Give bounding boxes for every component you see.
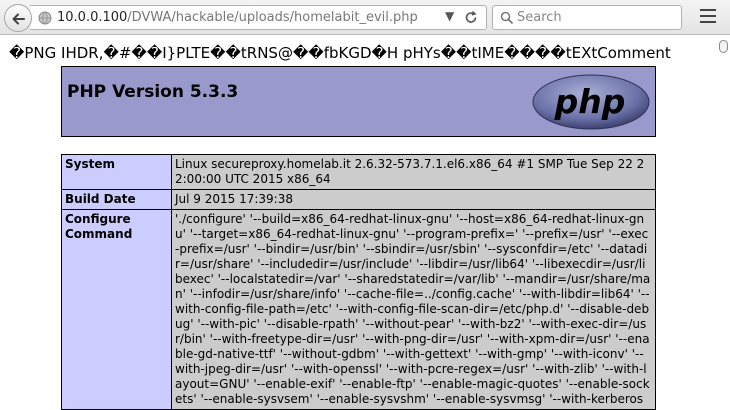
row-value: Linux secureproxy.homelab.it 2.6.32-573.… <box>171 154 656 190</box>
browser-toolbar: 10.0.0.100/DVWA/hackable/uploads/homelab… <box>0 0 730 35</box>
row-value: Jul 9 2015 17:39:38 <box>171 189 656 210</box>
php-version-title: PHP Version 5.3.3 <box>67 82 239 102</box>
row-key: Configure Command <box>61 209 172 410</box>
scrollbar-thumb[interactable] <box>719 40 728 53</box>
vertical-scrollbar[interactable] <box>717 36 730 410</box>
php-header: PHP Version 5.3.3 php <box>61 66 656 137</box>
search-bar[interactable]: Search <box>492 5 682 30</box>
row-key: Build Date <box>61 189 172 210</box>
table-row: System Linux secureproxy.homelab.it 2.6.3… <box>61 154 656 190</box>
url-bar[interactable]: 10.0.0.100/DVWA/hackable/uploads/homelab… <box>30 5 487 30</box>
back-arrow-icon <box>12 13 25 25</box>
png-garbage-text: �PNG IHDR,�#��I}PLTE��tRNS@��fbKGD�H pHY… <box>9 44 671 62</box>
dropdown-icon[interactable]: ▼ <box>445 9 454 23</box>
php-info-table: System Linux secureproxy.homelab.it 2.6.3… <box>61 154 656 410</box>
php-logo: php <box>532 74 650 130</box>
url-path: /DVWA/hackable/uploads/homelabit_evil.ph… <box>127 10 418 25</box>
globe-icon <box>38 11 52 25</box>
search-placeholder[interactable]: Search <box>517 10 562 25</box>
table-row: Configure Command './configure' '--build=… <box>61 209 656 410</box>
reload-icon[interactable] <box>463 9 479 26</box>
url-host: 10.0.0.100 <box>57 10 128 25</box>
menu-icon[interactable] <box>700 9 716 27</box>
search-icon <box>500 11 514 25</box>
page-content: �PNG IHDR,�#��I}PLTE��tRNS@��fbKGD�H pHY… <box>0 36 730 410</box>
table-row: Build Date Jul 9 2015 17:39:38 <box>61 189 656 210</box>
row-key: System <box>61 154 172 190</box>
url-text[interactable]: 10.0.0.100/DVWA/hackable/uploads/homelab… <box>57 10 418 25</box>
row-value: './configure' '--build=x86_64-redhat-lin… <box>171 209 656 410</box>
back-button[interactable] <box>4 4 32 32</box>
php-logo-text: php <box>554 82 626 121</box>
